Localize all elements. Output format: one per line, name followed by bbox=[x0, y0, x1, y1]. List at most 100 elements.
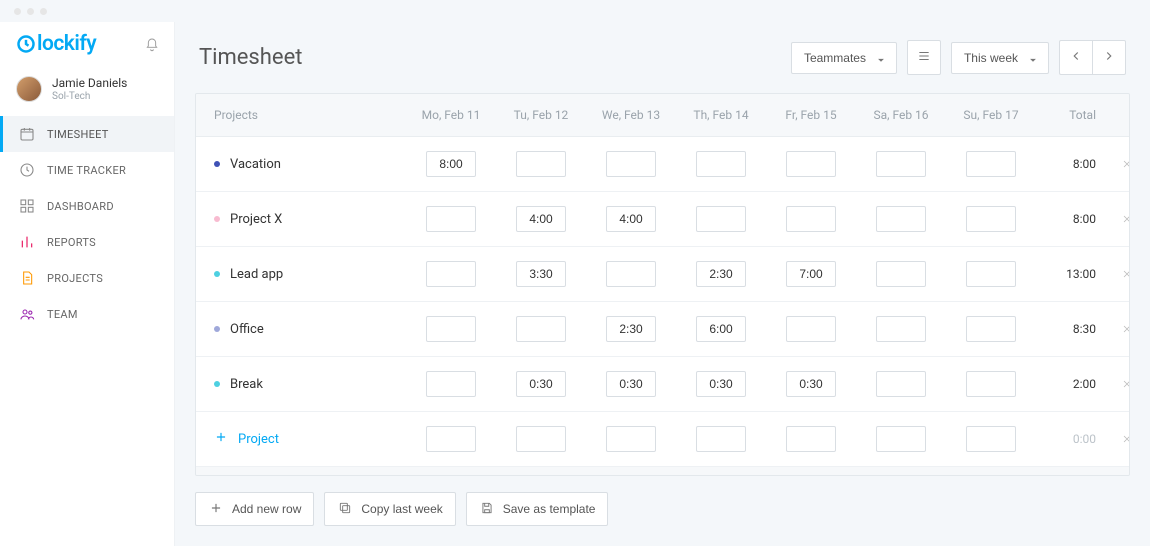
time-input[interactable] bbox=[876, 316, 926, 342]
time-input[interactable] bbox=[876, 371, 926, 397]
time-input[interactable] bbox=[876, 261, 926, 287]
time-input[interactable] bbox=[426, 261, 476, 287]
timesheet-table: ProjectsMo, Feb 11Tu, Feb 12We, Feb 13Th… bbox=[195, 93, 1130, 476]
sidebar-item-time-tracker[interactable]: TIME TRACKER bbox=[0, 152, 174, 188]
time-input[interactable] bbox=[606, 261, 656, 287]
project-cell[interactable]: Project X bbox=[196, 192, 406, 247]
time-input[interactable] bbox=[606, 426, 656, 452]
sidebar-item-reports[interactable]: REPORTS bbox=[0, 224, 174, 260]
time-input[interactable] bbox=[786, 261, 836, 287]
time-input[interactable] bbox=[606, 206, 656, 232]
time-input[interactable] bbox=[516, 151, 566, 177]
time-cell bbox=[766, 192, 856, 247]
user-name: Jamie Daniels bbox=[52, 76, 127, 90]
time-input[interactable] bbox=[696, 426, 746, 452]
time-cell bbox=[676, 357, 766, 412]
time-input[interactable] bbox=[966, 261, 1016, 287]
time-input[interactable] bbox=[786, 151, 836, 177]
footer-day-total-1: 8:00 bbox=[496, 467, 586, 476]
time-input[interactable] bbox=[696, 206, 746, 232]
nav-list: TIMESHEET TIME TRACKER DASHBOARD REPORTS bbox=[0, 116, 174, 332]
delete-row-button[interactable] bbox=[1106, 192, 1130, 247]
page-title: Timesheet bbox=[199, 45, 302, 70]
sidebar-item-timesheet[interactable]: TIMESHEET bbox=[0, 116, 174, 152]
sidebar-item-dashboard[interactable]: DASHBOARD bbox=[0, 188, 174, 224]
time-input[interactable] bbox=[876, 206, 926, 232]
avatar bbox=[16, 76, 42, 102]
time-cell bbox=[406, 137, 496, 192]
sidebar-item-team[interactable]: TEAM bbox=[0, 296, 174, 332]
project-cell[interactable]: Vacation bbox=[196, 137, 406, 192]
time-cell bbox=[766, 247, 856, 302]
nav-item-label: PROJECTS bbox=[47, 272, 103, 285]
time-input[interactable] bbox=[426, 426, 476, 452]
time-input[interactable] bbox=[426, 151, 476, 177]
range-dropdown[interactable]: This week bbox=[951, 42, 1049, 74]
time-input[interactable] bbox=[696, 371, 746, 397]
time-input[interactable] bbox=[876, 151, 926, 177]
time-input[interactable] bbox=[876, 426, 926, 452]
time-input[interactable] bbox=[966, 426, 1016, 452]
time-input[interactable] bbox=[426, 206, 476, 232]
time-input[interactable] bbox=[516, 426, 566, 452]
add-row-button[interactable]: Add new row bbox=[195, 492, 314, 526]
time-input[interactable] bbox=[696, 316, 746, 342]
time-input[interactable] bbox=[696, 151, 746, 177]
time-cell bbox=[406, 192, 496, 247]
project-cell[interactable]: Lead app bbox=[196, 247, 406, 302]
copy-last-week-button[interactable]: Copy last week bbox=[324, 492, 455, 526]
time-input[interactable] bbox=[966, 206, 1016, 232]
time-cell bbox=[766, 137, 856, 192]
time-cell bbox=[496, 412, 586, 467]
time-input[interactable] bbox=[786, 316, 836, 342]
delete-row-button[interactable] bbox=[1106, 357, 1130, 412]
delete-row-button[interactable] bbox=[1106, 412, 1130, 467]
project-color-dot bbox=[214, 161, 220, 167]
time-input[interactable] bbox=[426, 371, 476, 397]
user-block[interactable]: Jamie Daniels Sol-Tech bbox=[0, 70, 174, 116]
project-color-dot bbox=[214, 381, 220, 387]
footer-spacer bbox=[1106, 467, 1130, 476]
time-input[interactable] bbox=[516, 206, 566, 232]
project-cell[interactable]: Office bbox=[196, 302, 406, 357]
bell-icon[interactable] bbox=[144, 36, 160, 52]
footer-day-total-4: 7:30 bbox=[766, 467, 856, 476]
nav-item-label: REPORTS bbox=[47, 236, 96, 249]
sidebar-item-projects[interactable]: PROJECTS bbox=[0, 260, 174, 296]
time-cell bbox=[856, 412, 946, 467]
time-cell bbox=[586, 357, 676, 412]
time-input[interactable] bbox=[966, 151, 1016, 177]
time-input[interactable] bbox=[516, 261, 566, 287]
prev-week-button[interactable] bbox=[1059, 40, 1092, 75]
next-week-button[interactable] bbox=[1092, 40, 1126, 75]
bar-chart-icon bbox=[19, 234, 35, 250]
time-input[interactable] bbox=[606, 316, 656, 342]
time-input[interactable] bbox=[696, 261, 746, 287]
time-cell bbox=[496, 302, 586, 357]
list-view-button[interactable] bbox=[907, 40, 941, 75]
time-input[interactable] bbox=[606, 151, 656, 177]
save-template-button[interactable]: Save as template bbox=[466, 492, 609, 526]
time-input[interactable] bbox=[786, 426, 836, 452]
time-cell bbox=[856, 357, 946, 412]
time-input[interactable] bbox=[786, 206, 836, 232]
time-input[interactable] bbox=[426, 316, 476, 342]
time-input[interactable] bbox=[966, 316, 1016, 342]
time-cell bbox=[496, 192, 586, 247]
time-input[interactable] bbox=[606, 371, 656, 397]
teammates-dropdown[interactable]: Teammates bbox=[791, 42, 897, 74]
clock-icon bbox=[19, 162, 35, 178]
project-cell[interactable]: Break bbox=[196, 357, 406, 412]
delete-row-button[interactable] bbox=[1106, 247, 1130, 302]
column-day-4: Fr, Feb 15 bbox=[766, 94, 856, 137]
time-input[interactable] bbox=[966, 371, 1016, 397]
add-project-cell[interactable]: Project bbox=[196, 412, 406, 467]
time-input[interactable] bbox=[516, 316, 566, 342]
time-input[interactable] bbox=[786, 371, 836, 397]
column-day-0: Mo, Feb 11 bbox=[406, 94, 496, 137]
save-template-label: Save as template bbox=[503, 502, 596, 516]
delete-row-button[interactable] bbox=[1106, 302, 1130, 357]
delete-row-button[interactable] bbox=[1106, 137, 1130, 192]
column-day-2: We, Feb 13 bbox=[586, 94, 676, 137]
time-input[interactable] bbox=[516, 371, 566, 397]
